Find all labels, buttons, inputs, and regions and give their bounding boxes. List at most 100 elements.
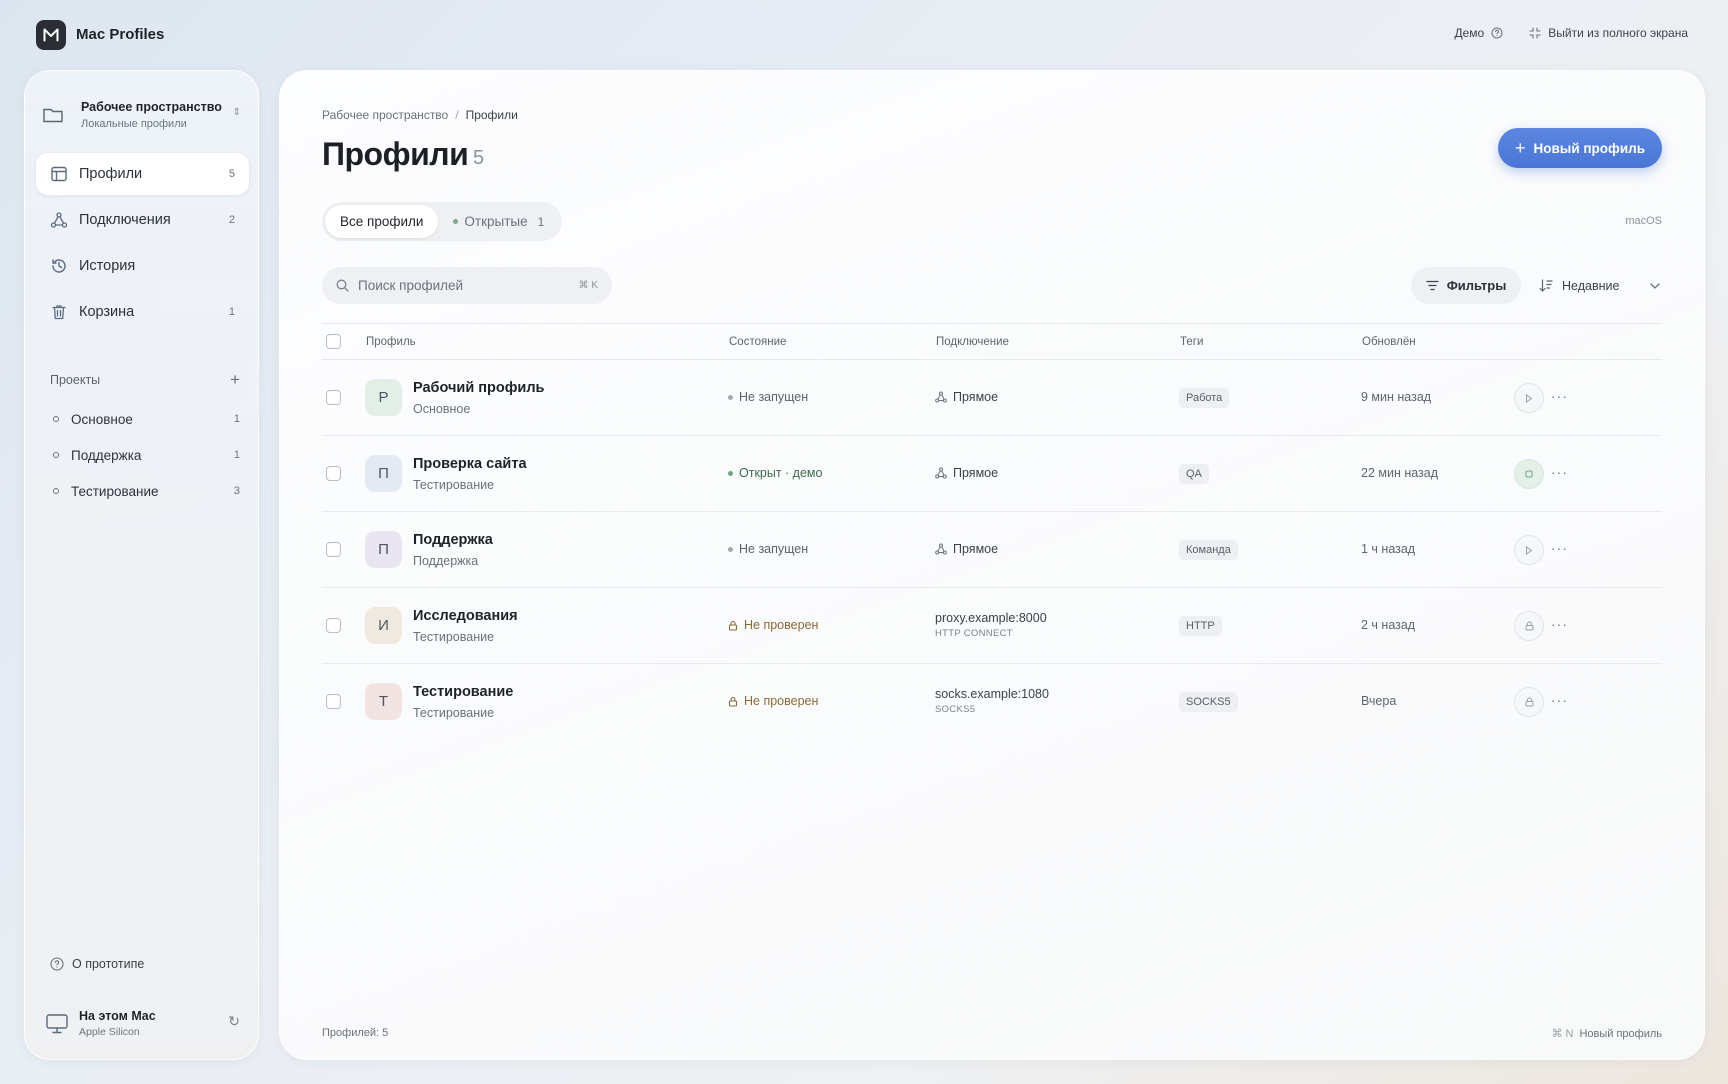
more-options-icon[interactable]: ··· — [1551, 616, 1568, 632]
table-row[interactable]: П Поддержка Поддержка Не запущен Прямое Коман… — [322, 512, 1662, 588]
breadcrumb-current: Профили — [465, 108, 518, 122]
project-count: 3 — [233, 485, 240, 497]
more-options-icon[interactable]: ··· — [1551, 464, 1568, 480]
projects-heading: Проекты + — [50, 370, 240, 390]
profile-tabs: Все профили Открытые 1 — [322, 202, 563, 241]
project-dot-icon — [53, 416, 59, 422]
project-label: Основное — [71, 411, 133, 427]
search-input[interactable]: Поиск профилей ⌘ K — [322, 267, 612, 304]
connection-address: proxy.example:8000 — [935, 611, 1047, 625]
column-header[interactable]: Обновлён — [1362, 336, 1416, 348]
project-item[interactable]: Основное 1 — [50, 401, 240, 437]
sort-dropdown[interactable]: Недавние — [1539, 267, 1661, 304]
sidebar-item-label: Профили — [79, 166, 143, 182]
exit-fullscreen-button[interactable]: Выйти из полного экрана — [1529, 26, 1688, 40]
plus-icon: + — [1514, 138, 1526, 158]
demo-indicator[interactable]: Демо — [1455, 26, 1504, 40]
table-row[interactable]: Т Тестирование Тестирование Не проверен sock… — [322, 664, 1662, 740]
updated-time: Вчера — [1361, 694, 1397, 708]
column-header[interactable]: Теги — [1180, 336, 1203, 348]
play-icon — [1526, 545, 1533, 555]
row-checkbox[interactable] — [326, 542, 341, 557]
tag-chip[interactable]: Команда — [1179, 540, 1238, 560]
launch-button[interactable] — [1514, 383, 1544, 413]
avatar-initial: П — [378, 541, 389, 558]
table-row[interactable]: П Проверка сайта Тестирование Открыт · демо… — [322, 436, 1662, 512]
sidebar-item-count: 1 — [228, 306, 235, 318]
project-dot-icon — [53, 488, 59, 494]
monitor-icon — [46, 1013, 68, 1033]
row-checkbox[interactable] — [326, 694, 341, 709]
refresh-icon[interactable]: ↻ — [228, 1013, 240, 1030]
project-item[interactable]: Поддержка 1 — [50, 437, 240, 473]
breadcrumb: Рабочее пространство / Профили — [322, 108, 518, 122]
select-all-checkbox[interactable] — [326, 334, 341, 349]
locked-launch-button[interactable] — [1514, 611, 1544, 641]
sidebar-item-connections[interactable]: Подключения 2 — [36, 199, 249, 241]
sidebar-item-history[interactable]: История — [36, 245, 249, 287]
tag-chip[interactable]: QA — [1179, 464, 1209, 484]
profile-project: Тестирование — [413, 706, 495, 720]
row-checkbox[interactable] — [326, 466, 341, 481]
more-options-icon[interactable]: ··· — [1551, 540, 1568, 556]
locked-launch-button[interactable] — [1514, 687, 1544, 717]
breadcrumb-root[interactable]: Рабочее пространство — [322, 108, 448, 122]
stop-button[interactable] — [1514, 459, 1544, 489]
help-icon — [50, 957, 64, 971]
more-options-icon[interactable]: ··· — [1551, 388, 1568, 404]
filters-button[interactable]: Фильтры — [1411, 267, 1521, 304]
profile-name[interactable]: Проверка сайта — [413, 456, 527, 472]
row-checkbox[interactable] — [326, 390, 341, 405]
about-prototype-link[interactable]: О прототипе — [50, 957, 144, 971]
search-shortcut: ⌘ K — [578, 280, 598, 291]
sidebar: Рабочее пространство Локальные профили ⇕… — [24, 70, 259, 1060]
folder-icon — [43, 108, 63, 123]
profile-name[interactable]: Тестирование — [413, 684, 513, 700]
row-checkbox[interactable] — [326, 618, 341, 633]
project-label: Тестирование — [71, 483, 159, 499]
tag-chip[interactable]: Работа — [1179, 388, 1230, 408]
search-placeholder: Поиск профилей — [358, 278, 464, 293]
more-options-icon[interactable]: ··· — [1551, 692, 1568, 708]
avatar: Т — [365, 683, 402, 720]
sidebar-item-label: Подключения — [79, 212, 171, 228]
connection-label: Прямое — [953, 466, 999, 480]
connections-icon — [50, 211, 68, 229]
profiles-icon — [50, 165, 68, 183]
tab-all-profiles[interactable]: Все профили — [325, 205, 439, 238]
lock-icon — [1525, 697, 1533, 707]
tag-chip[interactable]: SOCKS5 — [1179, 692, 1238, 712]
sidebar-item-trash[interactable]: Корзина 1 — [36, 291, 249, 333]
table-row[interactable]: И Исследования Тестирование Не проверен prox… — [322, 588, 1662, 664]
page-title-count: 5 — [473, 147, 485, 169]
avatar-initial: Р — [378, 389, 389, 406]
profile-name[interactable]: Рабочий профиль — [413, 380, 544, 396]
table-row[interactable]: Р Рабочий профиль Основное Не запущен Прямое… — [322, 360, 1662, 436]
profile-project: Основное — [413, 402, 471, 416]
avatar: Р — [365, 379, 402, 416]
column-header[interactable]: Профиль — [366, 336, 416, 348]
status-badge: Не запущен — [728, 542, 808, 556]
sidebar-item-count: 5 — [228, 168, 235, 180]
add-project-icon[interactable]: + — [230, 370, 240, 390]
help-icon — [1491, 27, 1503, 39]
column-header[interactable]: Состояние — [729, 336, 786, 348]
column-header[interactable]: Подключение — [936, 336, 1009, 348]
workspace-switcher[interactable]: Рабочее пространство Локальные профили ⇕ — [41, 89, 241, 141]
project-count: 1 — [233, 413, 240, 425]
updated-time: 2 ч назад — [1361, 618, 1416, 632]
status-dot-icon — [728, 394, 733, 400]
footer-shortcut-key: ⌘ N — [1551, 1028, 1574, 1040]
tag-chip[interactable]: HTTP — [1179, 616, 1222, 636]
profile-name[interactable]: Поддержка — [413, 532, 493, 548]
footer-shortcut-hint: ⌘ N Новый профиль — [1551, 1027, 1662, 1040]
tab-open-profiles[interactable]: Открытые 1 — [438, 205, 559, 238]
sidebar-item-count: 2 — [228, 214, 235, 226]
new-profile-button[interactable]: + Новый профиль — [1498, 128, 1662, 168]
about-label: О прототипе — [72, 957, 145, 971]
exit-fullscreen-label: Выйти из полного экрана — [1548, 26, 1688, 40]
launch-button[interactable] — [1514, 535, 1544, 565]
profile-name[interactable]: Исследования — [413, 608, 518, 624]
project-item[interactable]: Тестирование 3 — [50, 473, 240, 509]
sidebar-item-profiles[interactable]: Профили 5 — [36, 153, 249, 195]
